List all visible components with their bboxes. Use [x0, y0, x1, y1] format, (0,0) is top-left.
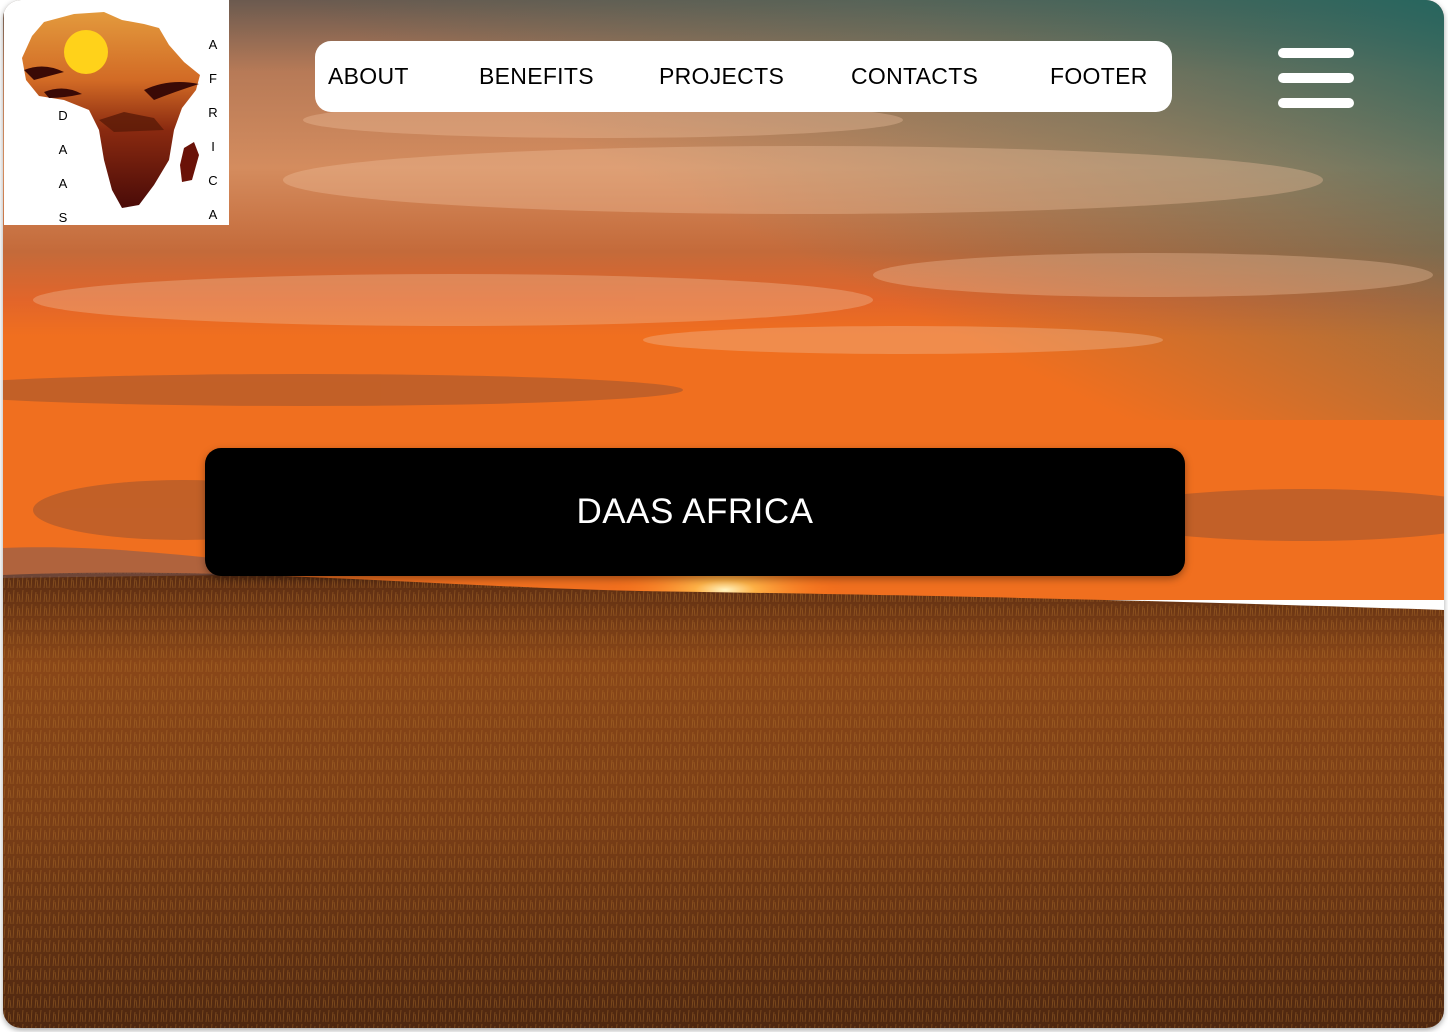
africa-map-icon [22, 12, 200, 208]
logo-letter-s: S [58, 210, 68, 225]
nav-item-footer[interactable]: FOOTER [1050, 63, 1148, 90]
logo-letter-a2: A [58, 176, 68, 191]
menu-bar-bottom [1278, 98, 1354, 108]
nav-item-contacts[interactable]: CONTACTS [851, 63, 978, 90]
nav-item-projects[interactable]: PROJECTS [659, 63, 784, 90]
hero-title: DAAS AFRICA [576, 492, 814, 531]
hero-frame: D A A S A F R I C A ABOUT BENEFITS PROJE… [3, 0, 1444, 1028]
menu-bar-top [1278, 48, 1354, 58]
nav-item-benefits[interactable]: BENEFITS [479, 63, 594, 90]
logo-letter-r-a2: A [208, 207, 218, 222]
logo-letter-d: D [58, 108, 68, 123]
top-nav: ABOUT BENEFITS PROJECTS CONTACTS FOOTER [315, 41, 1172, 112]
logo-letter-r-f: F [209, 71, 217, 86]
nav-item-about[interactable]: ABOUT [328, 63, 409, 90]
logo-letter-r-a: A [208, 37, 218, 52]
logo-letter-r-c: C [208, 173, 218, 188]
hero-title-banner: DAAS AFRICA [205, 448, 1185, 576]
menu-bar-middle [1278, 73, 1354, 83]
logo-letter-a1: A [58, 142, 68, 157]
logo-letter-r-r: R [208, 105, 218, 120]
hamburger-menu-icon[interactable] [1278, 46, 1354, 110]
logo[interactable]: D A A S A F R I C A [4, 0, 229, 225]
logo-letter-r-i: I [211, 139, 215, 154]
